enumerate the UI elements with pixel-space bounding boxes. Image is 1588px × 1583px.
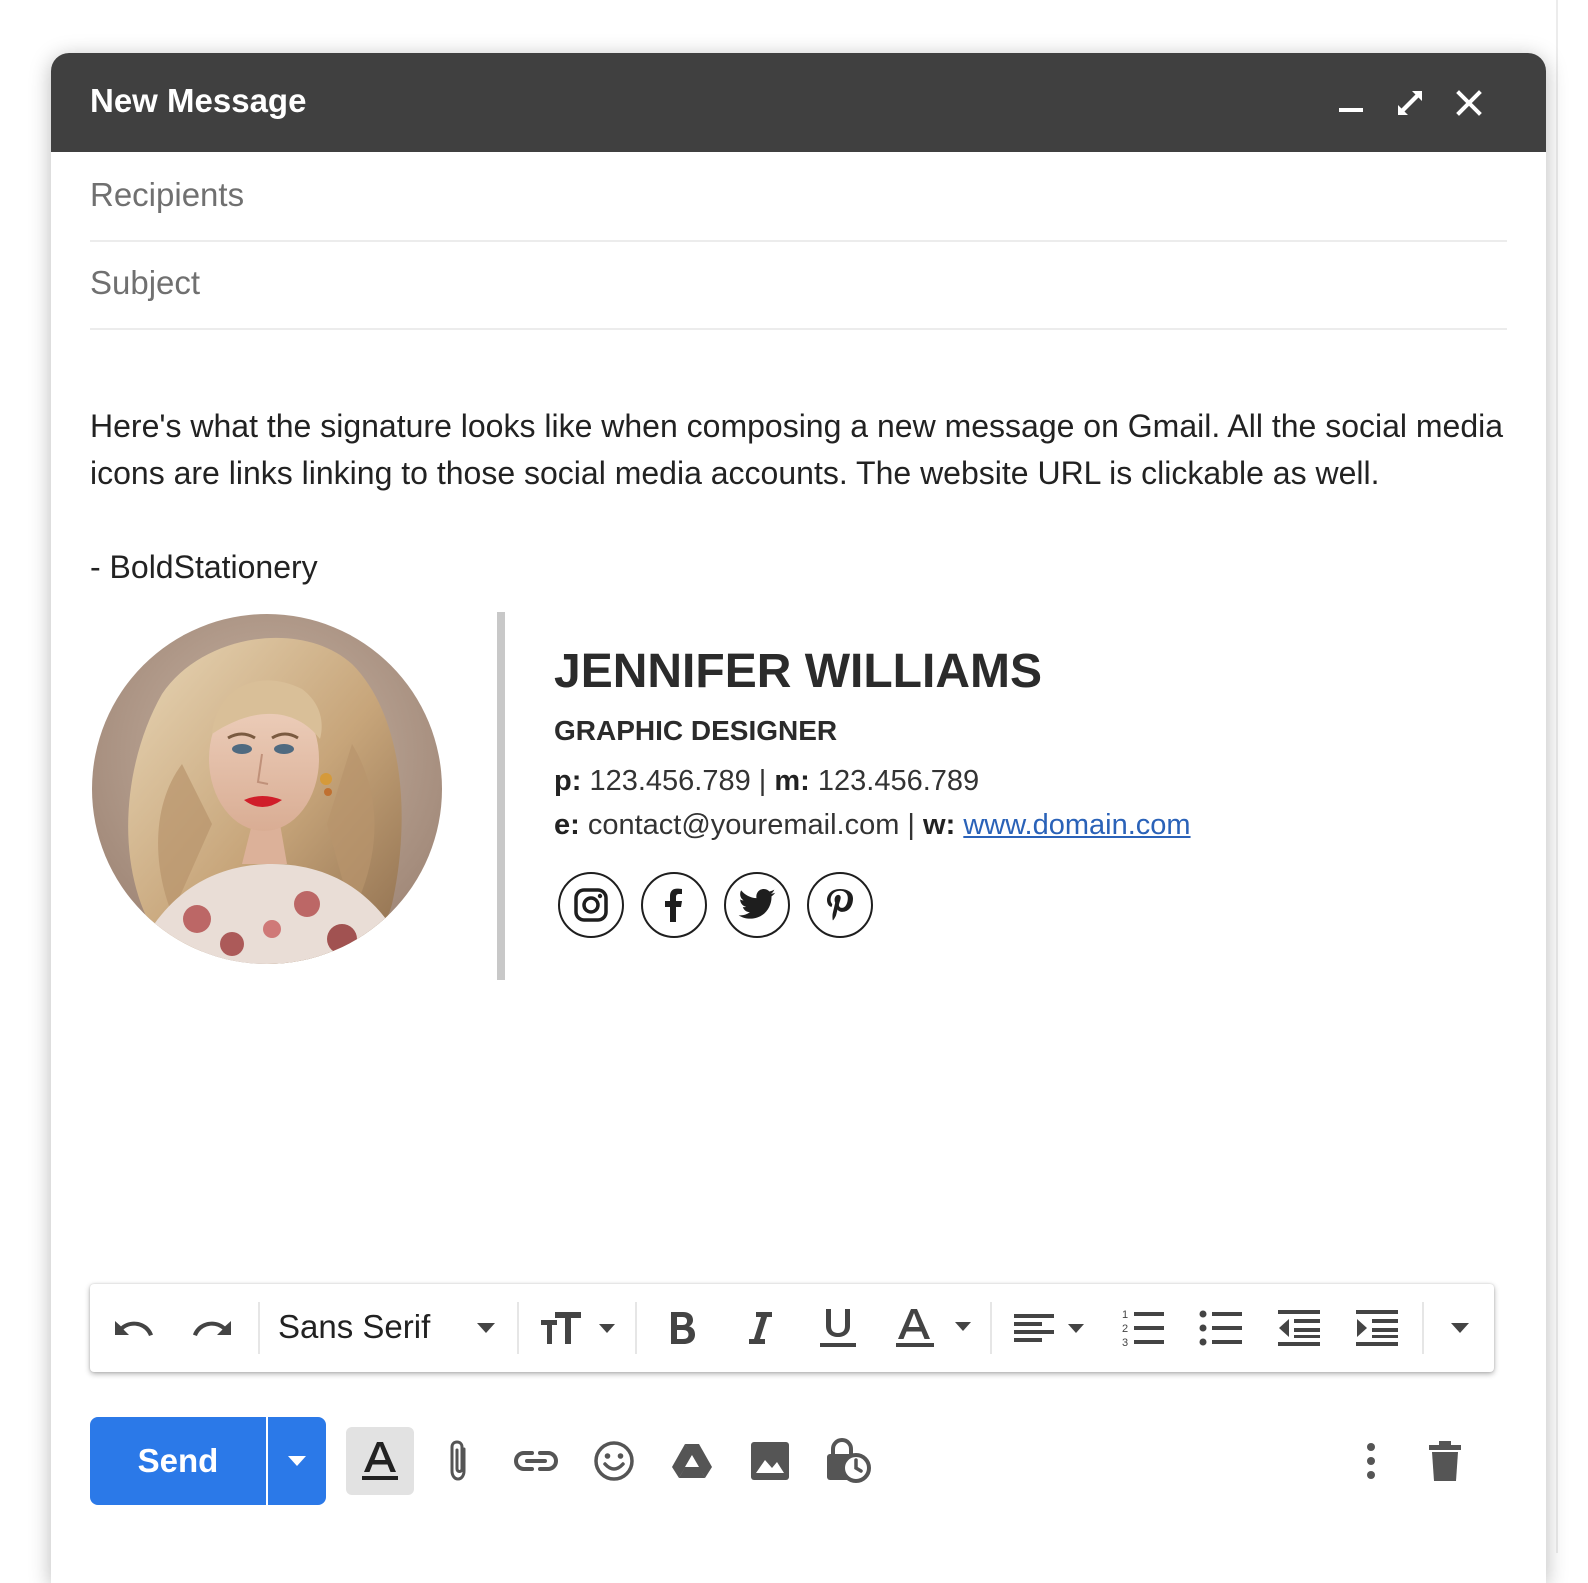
website-link[interactable]: www.domain.com: [963, 809, 1190, 841]
toolbar-separator: [990, 1302, 992, 1354]
text-size-button[interactable]: [534, 1302, 624, 1354]
facebook-icon: [665, 888, 682, 922]
text-size-icon: [541, 1312, 615, 1344]
instagram-icon: [574, 888, 608, 922]
bulleted-list-icon: [1199, 1310, 1242, 1346]
indent-less-icon: [1278, 1310, 1320, 1346]
emoji-icon: [594, 1441, 634, 1481]
font-family-dropdown[interactable]: Sans Serif: [278, 1304, 430, 1350]
background-edge: [1556, 0, 1558, 1553]
facebook-link[interactable]: [641, 872, 707, 938]
web-label: w:: [923, 809, 956, 841]
text-color-button[interactable]: [894, 1302, 974, 1354]
insert-link-button[interactable]: [502, 1427, 570, 1495]
subject-row: [90, 240, 1507, 330]
compose-titlebar[interactable]: New Message: [51, 53, 1546, 152]
svg-text:2: 2: [1122, 1323, 1128, 1335]
align-icon: [1014, 1314, 1084, 1342]
recipients-input[interactable]: [90, 172, 1507, 218]
more-formatting-icon: [1451, 1323, 1469, 1333]
formatting-toolbar: Sans Serif 1 2 3: [90, 1284, 1494, 1372]
message-body-text[interactable]: Here's what the signature looks like whe…: [90, 403, 1530, 497]
message-sign-off[interactable]: - BoldStationery: [90, 544, 318, 591]
twitter-link[interactable]: [724, 872, 790, 938]
email-label: e:: [554, 809, 580, 841]
confidential-mode-button[interactable]: [814, 1427, 882, 1495]
font-family-dropdown-button[interactable]: [470, 1302, 502, 1354]
chevron-down-icon: [477, 1323, 495, 1333]
svg-text:1: 1: [1122, 1309, 1128, 1321]
text-color-icon: [896, 1309, 971, 1347]
bold-button[interactable]: [660, 1302, 704, 1354]
photo-icon: [751, 1442, 789, 1480]
instagram-link[interactable]: [558, 872, 624, 938]
signature-photo: [92, 614, 442, 964]
discard-draft-button[interactable]: [1420, 1427, 1470, 1495]
toolbar-separator: [635, 1302, 637, 1354]
formatting-options-button[interactable]: [346, 1427, 414, 1495]
subject-input[interactable]: [90, 260, 1507, 306]
send-button[interactable]: Send: [90, 1417, 266, 1505]
signature-contact-line: e: contact@youremail.com | w: www.domain…: [554, 806, 1191, 844]
numbered-list-button[interactable]: 1 2 3: [1118, 1302, 1168, 1354]
phone-number: 123.456.789: [589, 765, 751, 797]
phone-label: p:: [554, 765, 582, 797]
toolbar-separator: [517, 1302, 519, 1354]
mobile-label: m:: [774, 765, 810, 797]
link-icon: [513, 1451, 559, 1471]
compose-window: New Message Here's what the signature lo…: [51, 53, 1546, 1583]
close-button[interactable]: [1447, 81, 1491, 125]
separator: |: [758, 765, 767, 797]
more-options-icon: [1367, 1443, 1375, 1479]
redo-icon: [193, 1321, 231, 1336]
signature-divider: [497, 612, 505, 980]
italic-icon: [749, 1312, 772, 1344]
more-formatting-button[interactable]: [1442, 1302, 1478, 1354]
mobile-number: 123.456.789: [817, 765, 980, 797]
expand-button[interactable]: [1388, 81, 1432, 125]
indent-more-button[interactable]: [1352, 1302, 1402, 1354]
svg-text:3: 3: [1122, 1337, 1128, 1349]
underline-icon: [820, 1309, 856, 1347]
italic-button[interactable]: [738, 1302, 782, 1354]
indent-less-button[interactable]: [1274, 1302, 1324, 1354]
signature-name: JENNIFER WILLIAMS: [554, 645, 1042, 698]
signature-job-title: GRAPHIC DESIGNER: [554, 715, 838, 746]
close-icon: [1456, 90, 1482, 116]
send-options-icon: [288, 1456, 306, 1466]
bold-icon: [671, 1312, 695, 1344]
undo-button[interactable]: [106, 1302, 162, 1354]
attach-button[interactable]: [424, 1427, 492, 1495]
indent-more-icon: [1356, 1310, 1398, 1346]
trash-icon: [1429, 1441, 1461, 1481]
pinterest-link[interactable]: [807, 872, 873, 938]
expand-icon: [1398, 91, 1422, 115]
email-address: contact@youremail.com: [587, 809, 900, 841]
bulleted-list-button[interactable]: [1196, 1302, 1246, 1354]
emoji-button[interactable]: [580, 1427, 648, 1495]
send-options-button[interactable]: [268, 1417, 326, 1505]
underline-button[interactable]: [814, 1302, 862, 1354]
more-options-button[interactable]: [1351, 1427, 1391, 1495]
drive-button[interactable]: [658, 1427, 726, 1495]
toolbar-separator: [258, 1302, 260, 1354]
window-title: New Message: [90, 82, 307, 119]
separator: |: [907, 809, 915, 841]
twitter-icon: [738, 889, 776, 919]
minimize-button[interactable]: [1329, 81, 1373, 125]
numbered-list-icon: 1 2 3: [1122, 1309, 1164, 1349]
pinterest-icon: [827, 889, 853, 921]
redo-button[interactable]: [184, 1302, 240, 1354]
minimize-icon: [1339, 108, 1363, 112]
confidential-icon: [827, 1438, 871, 1483]
insert-photo-button[interactable]: [736, 1427, 804, 1495]
formatting-options-icon: [362, 1442, 398, 1480]
toolbar-separator: [1422, 1302, 1424, 1354]
drive-icon: [672, 1444, 712, 1478]
signature-phone-line: p: 123.456.789 | m: 123.456.789: [554, 762, 979, 800]
recipients-row: [90, 152, 1507, 242]
attach-icon: [450, 1440, 466, 1481]
align-button[interactable]: [1010, 1302, 1090, 1354]
undo-icon: [115, 1321, 153, 1336]
